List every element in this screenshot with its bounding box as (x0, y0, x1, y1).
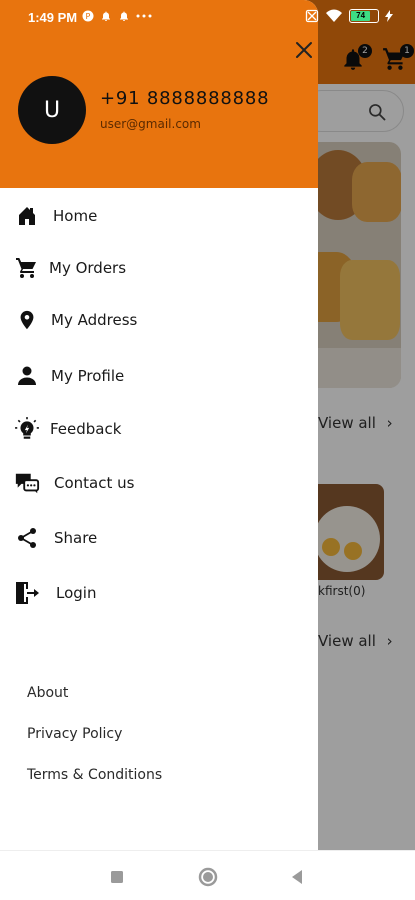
avatar[interactable]: U (18, 76, 86, 144)
about-link[interactable]: About (27, 685, 68, 701)
person-icon (14, 363, 40, 389)
status-bar: 1:49 PM P 74 (0, 0, 415, 36)
bulb-icon (14, 416, 40, 442)
menu-label-feedback: Feedback (50, 420, 122, 438)
navigation-drawer: U +91 8888888888 user@gmail.com Home My … (0, 0, 318, 850)
menu-item-my-orders[interactable]: My Orders (0, 244, 318, 292)
battery-level: 74 (351, 11, 371, 21)
terms-conditions-link[interactable]: Terms & Conditions (27, 767, 162, 783)
menu-item-home[interactable]: Home (0, 192, 318, 240)
user-phone: +91 8888888888 (100, 88, 270, 109)
bell-icon (120, 11, 128, 21)
menu-item-share[interactable]: Share (0, 514, 318, 562)
share-icon (14, 525, 40, 551)
location-pin-icon (14, 307, 40, 333)
login-icon (14, 580, 40, 606)
more-dots-icon (136, 14, 152, 18)
svg-text:P: P (86, 12, 91, 21)
status-right-icons: 74 (305, 9, 393, 23)
status-time: 1:49 PM (28, 10, 78, 25)
menu-item-feedback[interactable]: Feedback (0, 405, 318, 453)
menu-item-login[interactable]: Login (0, 569, 318, 617)
menu-label-home: Home (53, 207, 98, 225)
circle-icon (198, 867, 218, 887)
recents-button[interactable] (106, 866, 128, 888)
back-button[interactable] (286, 866, 308, 888)
system-navigation-bar (0, 850, 415, 900)
close-icon (296, 42, 312, 58)
menu-label-contact-us: Contact us (54, 474, 135, 492)
menu-item-my-address[interactable]: My Address (0, 296, 318, 344)
chat-icon (14, 470, 40, 496)
wifi-icon (326, 9, 342, 22)
menu-item-contact-us[interactable]: Contact us (0, 459, 318, 507)
menu-label-my-address: My Address (51, 311, 138, 329)
home-nav-button[interactable] (197, 866, 219, 888)
square-icon (111, 871, 123, 883)
triangle-back-icon (292, 870, 302, 884)
no-sim-icon (305, 9, 319, 23)
menu-label-my-profile: My Profile (51, 367, 125, 385)
battery-icon: 74 (349, 9, 379, 23)
bell-icon (102, 11, 110, 21)
charging-bolt-icon (385, 10, 393, 22)
user-email: user@gmail.com (100, 117, 201, 131)
menu-item-my-profile[interactable]: My Profile (0, 352, 318, 400)
menu-label-login: Login (56, 584, 97, 602)
app-notification-icon: P (82, 10, 94, 22)
cart-icon (14, 255, 40, 281)
close-drawer-button[interactable] (292, 38, 316, 62)
menu-label-my-orders: My Orders (49, 259, 127, 277)
menu-label-share: Share (54, 529, 98, 547)
home-icon (14, 203, 40, 229)
status-left-icons: P (82, 10, 152, 22)
privacy-policy-link[interactable]: Privacy Policy (27, 726, 122, 742)
